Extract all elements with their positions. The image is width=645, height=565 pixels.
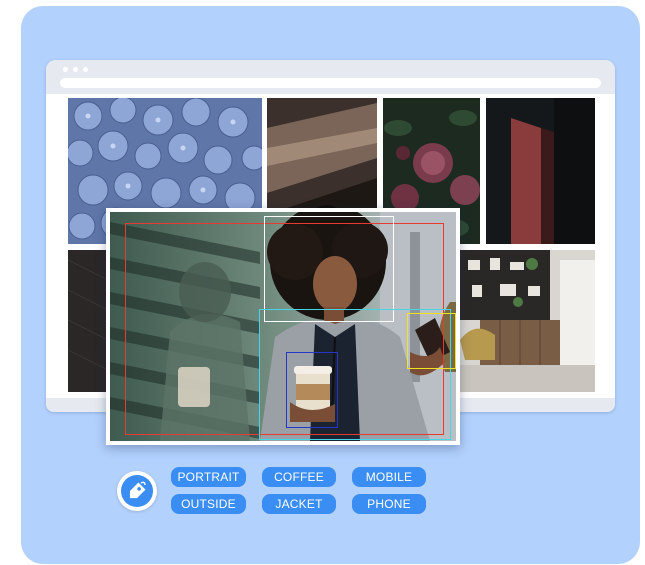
window-dot-icon[interactable] xyxy=(63,67,68,72)
detection-box-phone xyxy=(407,313,456,369)
browser-toolbar xyxy=(46,60,615,94)
gallery-tile-shelving-interior[interactable] xyxy=(460,250,595,392)
tag-coffee[interactable]: COFFEE xyxy=(262,467,336,487)
window-dot-icon[interactable] xyxy=(83,67,88,72)
tag-portrait[interactable]: PORTRAIT xyxy=(171,467,246,487)
gallery-tile-red-doorway[interactable] xyxy=(486,98,595,244)
tag-icon-badge xyxy=(117,471,157,511)
tag-icon xyxy=(129,481,146,499)
window-dot-icon[interactable] xyxy=(73,67,78,72)
gallery-tile-dark-fabric[interactable] xyxy=(68,250,108,392)
detection-box-face xyxy=(264,216,394,322)
tag-mobile[interactable]: MOBILE xyxy=(352,467,426,487)
tag-outside[interactable]: OUTSIDE xyxy=(171,494,246,514)
detection-box-coffee xyxy=(286,352,338,428)
address-bar[interactable] xyxy=(60,78,601,88)
tag-jacket[interactable]: JACKET xyxy=(262,494,336,514)
tag-phone[interactable]: PHONE xyxy=(352,494,426,514)
detection-photo xyxy=(110,212,456,441)
detection-photo-card[interactable] xyxy=(106,208,460,445)
